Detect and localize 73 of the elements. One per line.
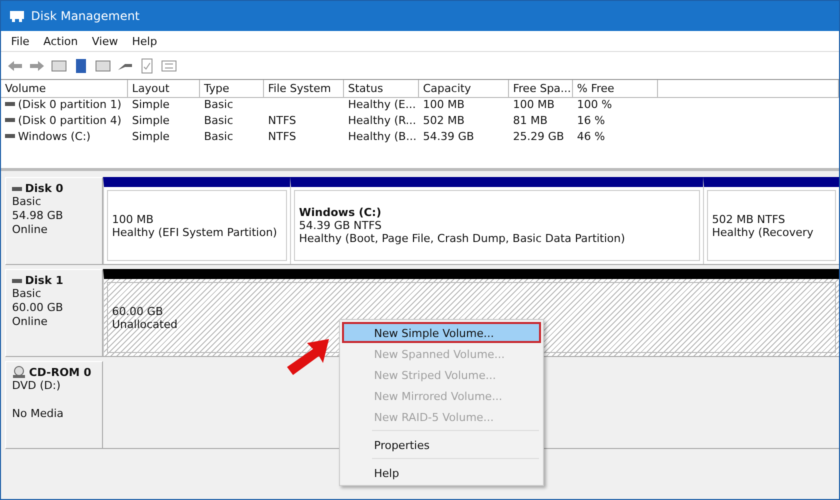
table-cell-text: 25.29 GB <box>512 130 566 142</box>
table-cell: (Disk 0 partition 4) <box>18 114 122 126</box>
check-document-icon[interactable] <box>139 58 155 74</box>
table-cell: (Disk 0 partition 1) <box>18 98 122 110</box>
table-cell-text: NTFS <box>267 130 298 142</box>
column-header[interactable]: Status <box>344 80 419 98</box>
partition-info: Unallocated <box>112 318 178 330</box>
partition-info: 100 MB <box>112 212 155 226</box>
volume-icon <box>5 118 15 122</box>
partition-info: Healthy (EFI System Partition) <box>112 226 278 238</box>
partition-info: 60.00 GB <box>112 304 164 318</box>
table-cell-text: Healthy (E... <box>347 98 417 110</box>
table-cell-text: Simple <box>131 98 171 110</box>
table-cell-text: 46 % <box>576 130 606 142</box>
partition-info: Healthy (Boot, Page File, Crash Dump, Basic Data Partition) <box>299 232 626 245</box>
disk-info: Online <box>12 315 48 329</box>
partition-block[interactable]: Windows (C:) 54.39 GB NTFS Healthy (Boot, Page File, Crash Dump, Basic Data Partition) <box>290 177 703 264</box>
disk-info: DVD (D:) <box>12 379 62 393</box>
menu-item[interactable]: Help <box>342 462 541 483</box>
table-cell-text: Simple <box>131 114 171 126</box>
cd-drive-icon <box>12 366 26 379</box>
window-title: Disk Management <box>31 9 140 23</box>
disk-icon <box>9 9 25 23</box>
table-cell-text: 16 % <box>576 114 606 126</box>
partition-block[interactable]: 100 MB Healthy (EFI System Partition) <box>103 177 290 264</box>
column-header[interactable]: Volume <box>1 80 128 98</box>
column-header[interactable]: Type <box>200 80 264 98</box>
table-cell-text: 81 MB <box>512 114 549 126</box>
table-cell-text: 100 MB <box>512 98 556 110</box>
partition-info: 502 MB NTFS <box>712 212 786 226</box>
disk-info: Basic <box>12 287 42 301</box>
partition-info: Healthy (Recovery <box>712 226 814 238</box>
partition-block[interactable]: 502 MB NTFS Healthy (Recovery <box>703 177 839 264</box>
column-header[interactable]: File System <box>264 80 344 98</box>
table-cell-text: Basic <box>203 130 234 142</box>
disk-name: Disk 1 <box>25 274 64 287</box>
disk-name: CD-ROM 0 <box>29 366 92 379</box>
table-cell-text: 100 % <box>576 98 613 110</box>
volume-icon <box>5 134 15 138</box>
column-header[interactable]: % Free <box>573 80 658 98</box>
table-cell-text: Basic <box>203 98 234 110</box>
partition-info: 54.39 GB NTFS <box>299 219 383 232</box>
table-cell: Windows (C:) <box>18 130 91 142</box>
table-cell-text: 54.39 GB <box>422 130 476 142</box>
pointer-arrow-icon <box>285 337 331 377</box>
panel-icon[interactable] <box>51 58 67 74</box>
partition-title: Windows (C:) <box>299 206 382 219</box>
menu-item[interactable]: Properties <box>342 434 541 455</box>
table-cell-text: Healthy (B... <box>347 130 418 142</box>
table-cell-text: NTFS <box>267 114 298 126</box>
volume-icon <box>5 102 15 106</box>
table-cell-text: 100 MB <box>422 98 466 110</box>
menu-item[interactable]: Action <box>37 34 84 48</box>
column-header[interactable]: Capacity <box>419 80 509 98</box>
menu-item[interactable]: New Simple Volume... <box>342 322 541 343</box>
menu-item[interactable]: Help <box>126 34 164 48</box>
disk-info: Basic <box>12 195 42 209</box>
menu-item[interactable]: View <box>86 34 124 48</box>
panel-icon[interactable] <box>95 58 111 74</box>
list-icon[interactable] <box>161 58 177 74</box>
column-header[interactable]: Layout <box>128 80 200 98</box>
table-cell-text: 502 MB <box>422 114 466 126</box>
disk-name: Disk 0 <box>25 182 64 195</box>
table-cell-text: Healthy (R... <box>347 114 418 126</box>
table-cell-text: Basic <box>203 114 234 126</box>
table-cell-text: Simple <box>131 130 171 142</box>
help-icon[interactable] <box>73 58 89 74</box>
disk-info: 60.00 GB <box>12 301 64 315</box>
disk-info: 54.98 GB <box>12 209 64 223</box>
disk-info: No Media <box>12 407 64 421</box>
column-header[interactable]: Free Spa... <box>509 80 573 98</box>
disk-info: Online <box>12 223 48 237</box>
menu-item[interactable]: File <box>5 34 36 48</box>
